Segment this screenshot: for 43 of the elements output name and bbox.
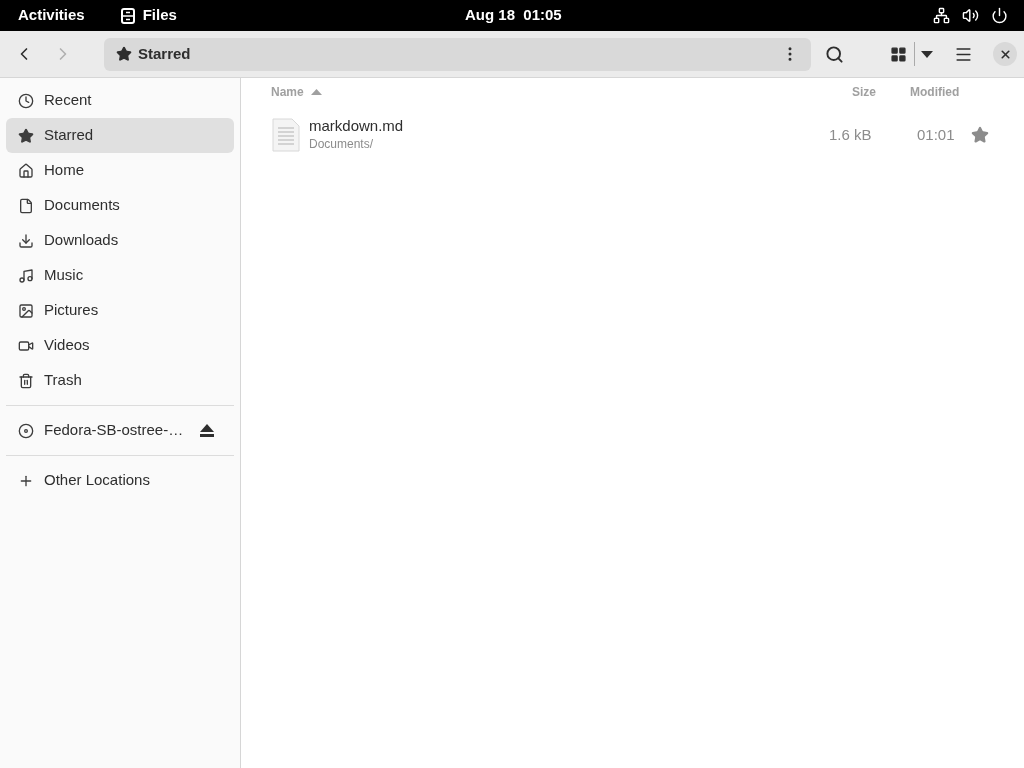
sidebar-item[interactable]: Pictures: [6, 293, 234, 328]
sidebar-item[interactable]: Recent: [6, 83, 234, 118]
app-menu-label[interactable]: Files: [142, 4, 177, 27]
sort-ascending-icon[interactable]: [310, 89, 322, 95]
dropdown-caret-icon[interactable]: [921, 50, 933, 58]
location-label: Starred: [138, 43, 191, 64]
sidebar-item[interactable]: Fedora-SB-ostree-…: [6, 413, 234, 448]
close-button[interactable]: [993, 42, 1017, 66]
file-modified: 01:01: [917, 124, 956, 145]
clock-icon: [18, 92, 34, 109]
location-bar[interactable]: Starred: [104, 37, 811, 71]
eject-icon[interactable]: [200, 424, 214, 437]
download-icon: [18, 232, 34, 249]
file-cabinet-icon: [120, 7, 135, 24]
clock[interactable]: Aug 18 01:05: [465, 4, 562, 27]
power-icon[interactable]: [991, 7, 1008, 24]
sidebar-item[interactable]: Documents: [6, 188, 234, 223]
volume-icon[interactable]: [962, 7, 979, 24]
sidebar-item[interactable]: Home: [6, 153, 234, 188]
sidebar-item[interactable]: Videos: [6, 328, 234, 363]
disc-icon: [18, 422, 34, 439]
home-icon: [18, 162, 34, 179]
star-icon: [18, 127, 34, 144]
document-icon: [18, 197, 34, 214]
sidebar-item[interactable]: Downloads: [6, 223, 234, 258]
star-icon: [116, 46, 132, 62]
file-path: Documents/: [309, 136, 375, 153]
sidebar-item[interactable]: Starred: [6, 118, 234, 153]
file-size: 1.6 kB: [829, 124, 873, 145]
sidebar-item[interactable]: Trash: [6, 363, 234, 398]
activities-button[interactable]: Activities: [18, 4, 85, 27]
star-icon[interactable]: [971, 126, 989, 144]
music-icon: [18, 267, 34, 284]
sidebar-item[interactable]: Other Locations: [6, 463, 234, 498]
trash-icon: [18, 372, 34, 389]
search-icon[interactable]: [825, 44, 844, 64]
file-name: markdown.md: [309, 117, 405, 135]
close-icon[interactable]: [998, 47, 1012, 61]
text-file-icon: [272, 118, 300, 152]
picture-icon: [18, 302, 34, 319]
sidebar-item[interactable]: Music: [6, 258, 234, 293]
grid-view-icon[interactable]: [890, 45, 907, 63]
network-icon[interactable]: [933, 7, 950, 24]
